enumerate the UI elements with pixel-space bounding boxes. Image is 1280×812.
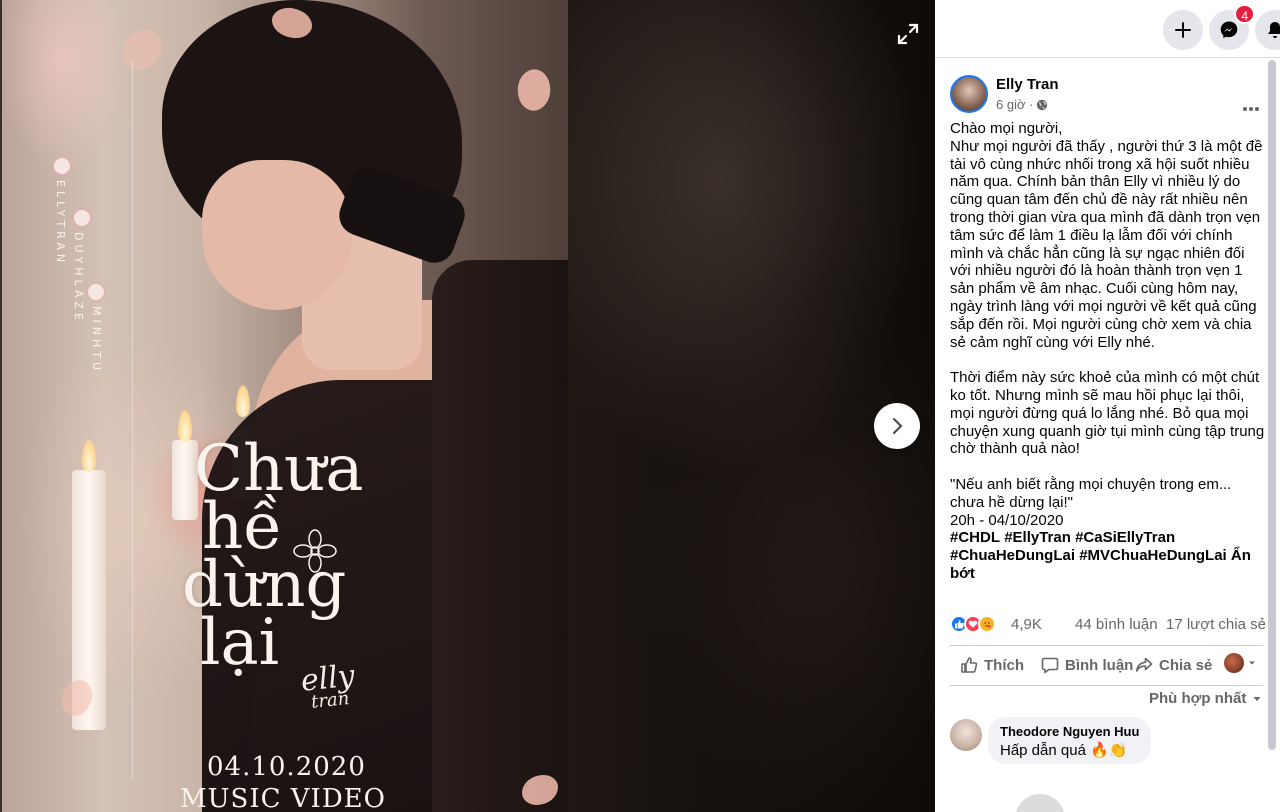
bell-icon: [1268, 22, 1280, 38]
post-actions: Thích Bình luận Chia sẻ: [950, 649, 1263, 681]
share-count[interactable]: 17 lượt chia sẻ: [1166, 616, 1266, 633]
comment-sort-dropdown[interactable]: Phù hợp nhất: [1149, 690, 1262, 707]
chevron-right-icon: [893, 418, 902, 434]
poster-signature: elly tran: [299, 658, 358, 714]
flower-ornament: [54, 158, 70, 174]
fullscreen-button[interactable]: [892, 18, 924, 50]
divider: [950, 645, 1263, 646]
more-icon: [1243, 107, 1259, 111]
flower-icon: [293, 529, 337, 573]
flower-ornament: [88, 284, 104, 300]
expand-icon: [897, 23, 919, 45]
comment-button[interactable]: Bình luận: [1041, 649, 1133, 681]
reaction-icons[interactable]: [950, 615, 996, 633]
plus-icon: [1175, 22, 1191, 38]
poster-subtitle: MUSIC VIDEO: [180, 784, 386, 812]
messenger-badge: 4: [1234, 4, 1255, 24]
candle-flame: [82, 440, 96, 472]
hashtag[interactable]: #MVChuaHeDungLai: [1079, 547, 1227, 564]
hashtag[interactable]: #EllyTran: [1004, 529, 1071, 546]
post-panel: 4 Elly Tran 6 giờ · Chào mọi người, Như …: [935, 0, 1280, 812]
share-label: Chia sẻ: [1159, 656, 1213, 674]
comment-count[interactable]: 44 bình luận: [1075, 616, 1158, 633]
petal: [511, 65, 557, 115]
post-time[interactable]: 6 giờ ·: [996, 97, 1033, 112]
author-name[interactable]: Elly Tran: [996, 76, 1059, 93]
poster-image: ELLYTRAN DUYHLAZE MINHTU Chưa hề dừng lạ…: [2, 0, 568, 812]
messenger-button[interactable]: 4: [1209, 4, 1255, 50]
create-button[interactable]: [1163, 10, 1203, 50]
hashtag[interactable]: #CaSiEllyTran: [1075, 529, 1175, 546]
post-body: Chào mọi người, Như mọi người đã thấy , …: [950, 120, 1265, 583]
commenter-name[interactable]: Theodore Nguyen Huu: [1000, 724, 1139, 739]
poster-line: [132, 60, 133, 780]
comment-bubble: Theodore Nguyen Huu Hấp dẫn quá 🔥👏: [988, 717, 1152, 764]
petal: [122, 30, 162, 70]
candle-flame: [178, 410, 192, 442]
profile-avatar-mini: [1224, 653, 1244, 673]
credit-minhtu: MINHTU: [90, 306, 103, 375]
commenter-avatar[interactable]: [950, 719, 982, 751]
comment-icon: [1041, 657, 1059, 674]
model-robe-sleeve: [432, 260, 568, 812]
notifications-button[interactable]: [1255, 10, 1280, 50]
post-header: Elly Tran 6 giờ ·: [950, 75, 1270, 115]
like-button[interactable]: Thích: [960, 649, 1024, 681]
scrollbar[interactable]: [1268, 60, 1276, 750]
comment-item: Theodore Nguyen Huu Hấp dẫn quá 🔥👏: [950, 717, 1270, 765]
divider: [950, 685, 1263, 686]
candle-flame: [236, 385, 250, 417]
post-scroll-area: Elly Tran 6 giờ · Chào mọi người, Như mọ…: [935, 59, 1280, 812]
care-reaction-icon: [978, 615, 996, 633]
author-avatar[interactable]: [950, 75, 988, 113]
sort-label: Phù hợp nhất: [1149, 690, 1247, 707]
hashtag[interactable]: #CHDL: [950, 529, 1000, 546]
hashtag[interactable]: #ChuaHeDungLai: [950, 547, 1075, 564]
next-comment-avatar: [1015, 794, 1065, 812]
post-options-button[interactable]: [1237, 95, 1265, 123]
messenger-icon: [1220, 21, 1238, 39]
photo-viewer: ELLYTRAN DUYHLAZE MINHTU Chưa hề dừng lạ…: [0, 0, 935, 812]
reaction-count[interactable]: 4,9K: [1011, 616, 1042, 633]
post-meta: 6 giờ ·: [996, 97, 1048, 112]
next-photo-button[interactable]: [874, 403, 920, 449]
share-icon: [1136, 657, 1153, 672]
top-bar: 4: [935, 0, 1280, 58]
thumbs-up-icon: [961, 657, 978, 673]
post-body-text: Chào mọi người, Như mọi người đã thấy , …: [950, 120, 1265, 529]
credit-duyhlaze: DUYHLAZE: [72, 232, 85, 324]
comment-text: Hấp dẫn quá 🔥👏: [1000, 742, 1128, 759]
post-as-selector[interactable]: [1224, 653, 1257, 673]
credit-ellytran: ELLYTRAN: [54, 180, 67, 267]
flower-ornament: [74, 210, 90, 226]
globe-icon: [1037, 99, 1048, 110]
reaction-summary: 4,9K 44 bình luận 17 lượt chia sẻ: [950, 615, 1270, 635]
comment-label: Bình luận: [1065, 656, 1134, 674]
caret-down-icon: [1253, 696, 1261, 701]
caret-down-icon: [1249, 661, 1255, 665]
like-label: Thích: [984, 656, 1024, 674]
model-face: [202, 160, 352, 310]
share-button[interactable]: Chia sẻ: [1135, 649, 1212, 681]
poster-date: 04.10.2020: [207, 752, 366, 782]
